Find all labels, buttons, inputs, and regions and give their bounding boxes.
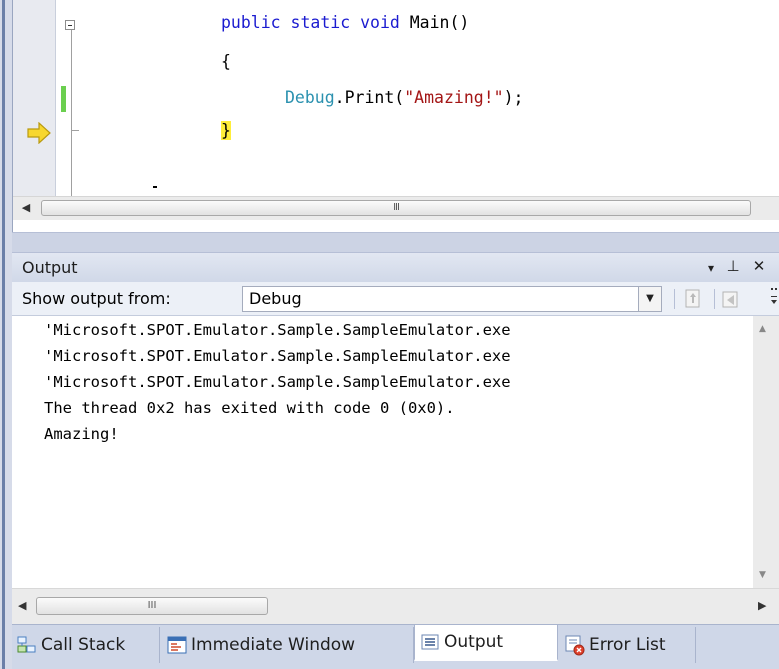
- change-tracking-bar: [61, 86, 66, 112]
- output-text-area[interactable]: 'Microsoft.SPOT.Emulator.Sample.SampleEm…: [12, 316, 779, 588]
- tab-label: Error List: [589, 635, 666, 655]
- toolbar-overflow-icon[interactable]: [769, 286, 779, 312]
- output-window-titlebar[interactable]: Output ▾ ⊥ ✕: [12, 252, 779, 282]
- editor-horizontal-scrollbar[interactable]: ◀ III: [13, 196, 779, 220]
- window-frame: [0, 0, 12, 669]
- scroll-grip: III: [393, 202, 400, 213]
- code-editor[interactable]: public static void Main() { Debug.Print(…: [12, 0, 779, 232]
- statement-end-token: );: [503, 88, 524, 107]
- tab-call-stack[interactable]: Call Stack: [12, 627, 160, 663]
- method-name-token: Main(): [399, 13, 470, 32]
- scroll-down-arrow-icon[interactable]: ▼: [759, 570, 766, 580]
- highlighted-brace-token: }: [221, 121, 231, 140]
- close-icon[interactable]: ✕: [750, 257, 768, 275]
- tab-output[interactable]: Output: [414, 625, 558, 661]
- collapse-outline-icon[interactable]: [65, 20, 75, 30]
- output-line: 'Microsoft.SPOT.Emulator.Sample.SampleEm…: [44, 347, 511, 365]
- pin-icon[interactable]: ⊥: [724, 257, 742, 275]
- output-line: Amazing!: [44, 425, 119, 443]
- keyword-token: public static void: [221, 13, 400, 32]
- code-line-debug-print[interactable]: Debug.Print("Amazing!");: [285, 88, 523, 108]
- tab-label: Immediate Window: [191, 635, 356, 655]
- output-source-select[interactable]: Debug ▼: [242, 286, 662, 312]
- output-scroll-thumb[interactable]: III: [36, 597, 268, 615]
- output-window-title: Output: [22, 258, 78, 277]
- scroll-up-arrow-icon[interactable]: ▲: [759, 324, 766, 334]
- output-horizontal-scrollbar[interactable]: ◀ III ▶: [12, 588, 779, 624]
- window-position-dropdown-icon[interactable]: ▾: [702, 261, 720, 275]
- code-fragment: [153, 186, 157, 188]
- tab-immediate-window[interactable]: Immediate Window: [162, 627, 414, 663]
- toolbar-separator: [714, 289, 715, 309]
- type-token: Debug: [285, 88, 335, 107]
- outline-end-tick: [71, 130, 79, 131]
- outline-guide: [71, 30, 72, 196]
- output-vertical-scrollbar[interactable]: ▲ ▼: [753, 316, 779, 588]
- code-line-main-signature[interactable]: public static void Main(): [221, 13, 469, 33]
- output-toolbar: Show output from: Debug ▼: [12, 282, 779, 316]
- indicator-margin[interactable]: [13, 0, 56, 196]
- tab-label: Call Stack: [41, 635, 126, 655]
- call-token: .Print(: [334, 88, 405, 107]
- clear-all-icon[interactable]: [720, 288, 742, 310]
- scroll-right-arrow-icon[interactable]: ▶: [758, 599, 766, 612]
- tool-window-tabs: Call Stack Immediate Window Output Error…: [12, 624, 779, 669]
- tab-label: Output: [444, 632, 504, 652]
- code-line-open-brace[interactable]: {: [221, 52, 231, 72]
- editor-scroll-thumb[interactable]: III: [41, 200, 751, 216]
- output-line: 'Microsoft.SPOT.Emulator.Sample.SampleEm…: [44, 321, 511, 339]
- scroll-left-arrow-icon[interactable]: ◀: [15, 197, 37, 219]
- output-source-value: Debug: [249, 289, 302, 308]
- scroll-left-arrow-icon[interactable]: ◀: [18, 599, 26, 612]
- current-statement-arrow-icon: [27, 122, 51, 144]
- code-line-close-brace[interactable]: }: [221, 121, 231, 141]
- immediate-window-icon: [167, 636, 187, 654]
- toolbar-separator: [674, 289, 675, 309]
- scroll-grip: III: [147, 600, 157, 611]
- error-list-icon: [565, 635, 585, 656]
- brace-token: {: [221, 52, 231, 71]
- string-literal-token: "Amazing!": [404, 88, 504, 107]
- output-icon: [421, 634, 439, 650]
- show-output-from-label: Show output from:: [22, 289, 171, 308]
- output-line: 'Microsoft.SPOT.Emulator.Sample.SampleEm…: [44, 373, 511, 391]
- tab-error-list[interactable]: Error List: [560, 627, 696, 663]
- panel-splitter[interactable]: [12, 232, 779, 253]
- call-stack-icon: [17, 636, 36, 653]
- output-line: The thread 0x2 has exited with code 0 (0…: [44, 399, 455, 417]
- chevron-down-icon[interactable]: ▼: [638, 287, 661, 311]
- go-to-message-icon[interactable]: [682, 288, 704, 310]
